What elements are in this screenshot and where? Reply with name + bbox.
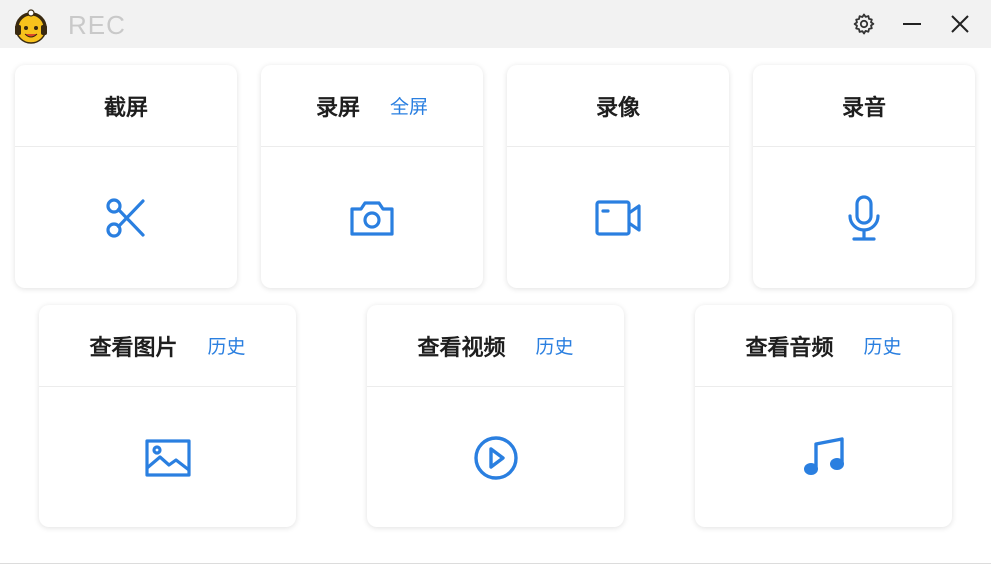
gear-icon	[852, 12, 876, 36]
screen-record-title: 录屏	[315, 95, 360, 121]
camera-icon	[349, 198, 395, 238]
view-images-card[interactable]: 查看图片 历史	[39, 305, 296, 527]
main-content: 截屏 录屏 全屏 录像 录音 查看图片 历史 查看视频 历史 查看音频 历史	[0, 48, 991, 564]
title-bar: REC	[0, 0, 991, 48]
card-header: 录屏 全屏	[261, 65, 483, 147]
images-history-link[interactable]: 历史	[208, 332, 246, 359]
view-images-title: 查看图片	[89, 335, 178, 361]
fullscreen-link[interactable]: 全屏	[390, 92, 428, 119]
video-record-card[interactable]: 录像	[507, 65, 729, 288]
settings-button[interactable]	[850, 10, 878, 38]
view-audio-card[interactable]: 查看音频 历史	[695, 305, 952, 527]
view-videos-button[interactable]	[367, 388, 624, 527]
video-record-button[interactable]	[507, 148, 729, 288]
scissors-icon	[105, 197, 147, 239]
screenshot-title: 截屏	[103, 95, 148, 121]
image-icon	[144, 438, 192, 478]
view-videos-title: 查看视频	[417, 335, 506, 361]
card-header: 查看图片 历史	[39, 305, 296, 387]
music-icon	[802, 436, 846, 480]
app-title: REC	[68, 10, 126, 40]
minimize-icon	[901, 13, 923, 35]
screenshot-card[interactable]: 截屏	[15, 65, 237, 288]
video-icon	[594, 199, 642, 237]
audio-record-card[interactable]: 录音	[753, 65, 975, 288]
app-logo-icon	[12, 8, 50, 46]
audio-record-button[interactable]	[753, 148, 975, 288]
microphone-icon	[846, 194, 882, 242]
video-record-title: 录像	[595, 95, 640, 121]
card-header: 录像	[507, 65, 729, 147]
screen-record-button[interactable]	[261, 148, 483, 288]
card-header: 查看视频 历史	[367, 305, 624, 387]
close-icon	[949, 13, 971, 35]
card-header: 录音	[753, 65, 975, 147]
minimize-button[interactable]	[898, 10, 926, 38]
close-button[interactable]	[946, 10, 974, 38]
videos-history-link[interactable]: 历史	[536, 332, 574, 359]
screen-record-card[interactable]: 录屏 全屏	[261, 65, 483, 288]
view-audio-button[interactable]	[695, 388, 952, 527]
card-header: 查看音频 历史	[695, 305, 952, 387]
view-audio-title: 查看音频	[745, 335, 834, 361]
view-images-button[interactable]	[39, 388, 296, 527]
audio-record-title: 录音	[841, 95, 886, 121]
view-videos-card[interactable]: 查看视频 历史	[367, 305, 624, 527]
audio-history-link[interactable]: 历史	[864, 332, 902, 359]
card-header: 截屏	[15, 65, 237, 147]
play-icon	[473, 435, 519, 481]
screenshot-button[interactable]	[15, 148, 237, 288]
